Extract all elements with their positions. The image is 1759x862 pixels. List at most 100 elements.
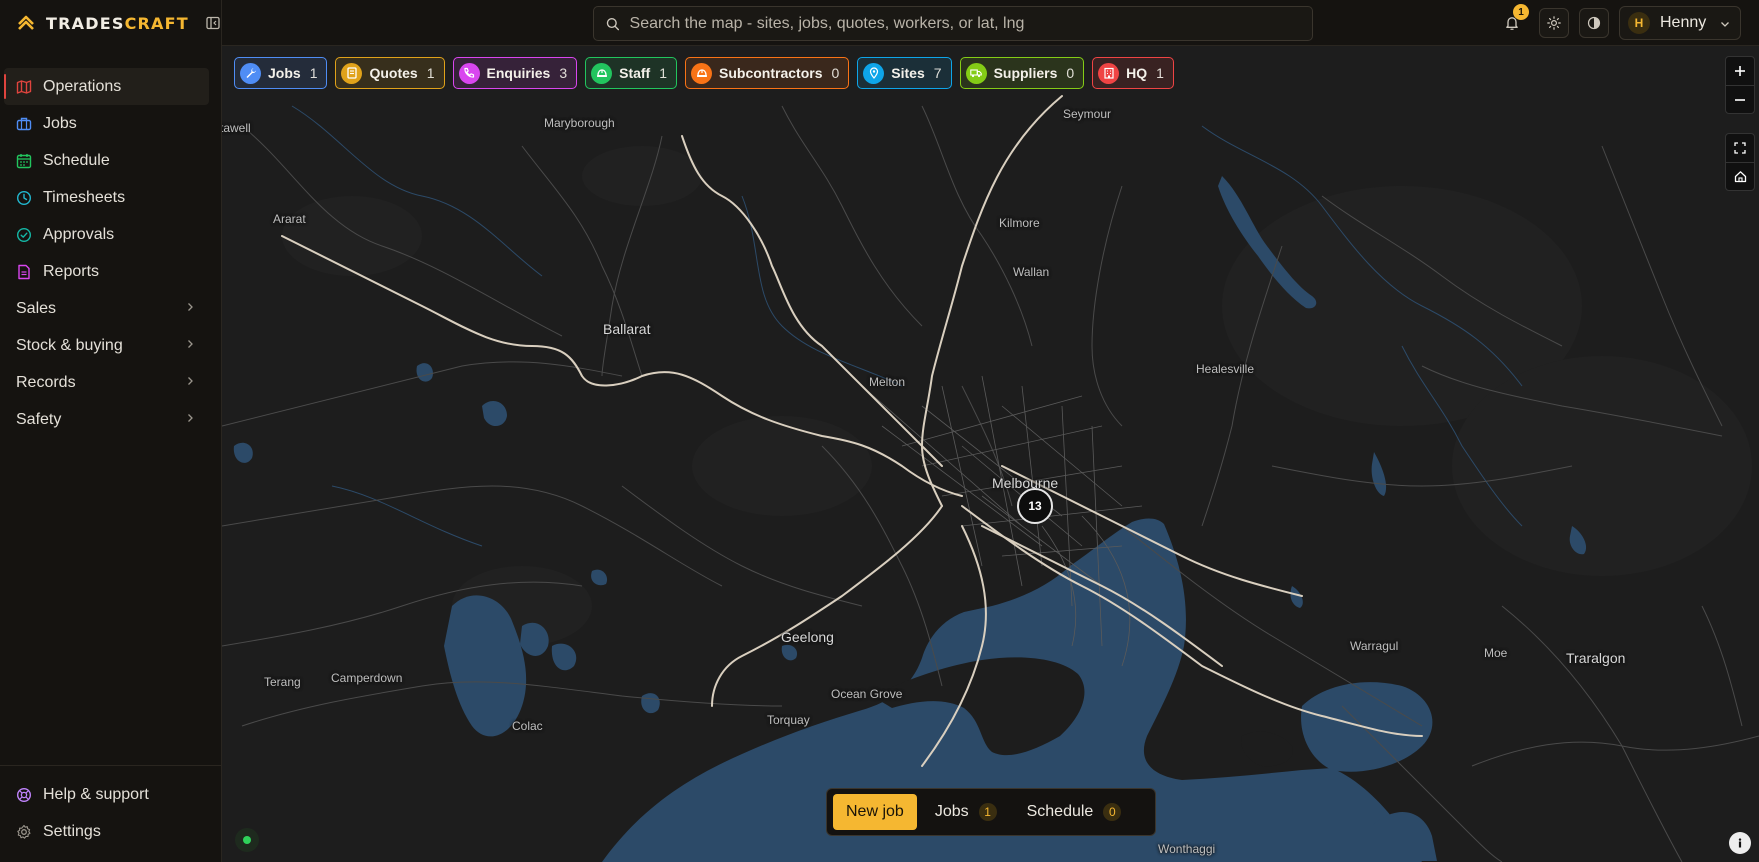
calendar-icon: [16, 153, 32, 169]
layer-chip-count: 0: [831, 65, 840, 81]
sidebar-item-reports[interactable]: Reports: [0, 253, 221, 290]
layer-chip-count: 1: [426, 65, 435, 81]
place-label-melton: Melton: [869, 375, 906, 389]
layer-chip-label: Suppliers: [993, 65, 1058, 81]
layer-chip-jobs[interactable]: Jobs 1: [234, 57, 328, 89]
zoom-controls: [1725, 56, 1755, 114]
place-label-torquay: Torquay: [767, 713, 810, 727]
phone-icon: [458, 62, 480, 84]
theme-light-button[interactable]: [1539, 8, 1569, 38]
status-dot: [243, 836, 251, 844]
sidebar-item-help-support[interactable]: Help & support: [0, 776, 221, 813]
tradescraft-logo-icon: [16, 13, 36, 33]
layer-chip-count: 3: [559, 65, 568, 81]
place-label-terang: Terang: [264, 675, 301, 689]
schedule-button[interactable]: Schedule 0: [1015, 794, 1134, 830]
layer-chip-staff[interactable]: Staff 1: [585, 57, 678, 89]
sidebar-item-label: Help & support: [43, 785, 149, 803]
sidebar-item-approvals[interactable]: Approvals: [0, 216, 221, 253]
layer-chip-count: 0: [1066, 65, 1075, 81]
sun-icon: [1547, 16, 1561, 30]
briefcase-icon: [16, 116, 32, 132]
chevron-right-icon: [188, 414, 193, 422]
sidebar-item-schedule[interactable]: Schedule: [0, 142, 221, 179]
place-label-healesville: Healesville: [1196, 362, 1255, 376]
sidebar-group-safety[interactable]: Safety: [0, 401, 221, 438]
layer-chip-label: Sites: [891, 65, 925, 81]
pin-icon: [863, 62, 885, 84]
sidebar-group-sales[interactable]: Sales: [0, 290, 221, 327]
jobs-count-badge: 1: [978, 803, 997, 821]
map-search[interactable]: [593, 6, 1313, 41]
connection-status-indicator: [235, 828, 259, 852]
top-bar: 1 H Henny: [222, 0, 1759, 46]
truck-icon: [965, 62, 987, 84]
map-attribution-button[interactable]: [1729, 832, 1751, 854]
place-label-ocean-grove: Ocean Grove: [831, 687, 903, 701]
user-menu[interactable]: H Henny: [1619, 6, 1741, 40]
avatar: H: [1628, 12, 1650, 34]
layer-chip-enquiries[interactable]: Enquiries 3: [452, 57, 578, 89]
layer-chip-subcontractors[interactable]: Subcontractors 0: [685, 57, 850, 89]
operations-map[interactable]: tawell Maryborough Seymour Ararat Kilmor…: [222, 46, 1759, 862]
notifications-button[interactable]: 1: [1497, 4, 1529, 38]
sidebar-group-stock-buying[interactable]: Stock & buying: [0, 327, 221, 364]
contrast-button[interactable]: [1579, 8, 1609, 38]
sidebar-item-timesheets[interactable]: Timesheets: [0, 179, 221, 216]
sidebar-item-settings[interactable]: Settings: [0, 813, 221, 850]
sidebar-item-jobs[interactable]: Jobs: [0, 105, 221, 142]
layer-chip-quotes[interactable]: Quotes 1: [335, 57, 445, 89]
new-job-button[interactable]: New job: [833, 794, 917, 830]
sidebar-item-label: Jobs: [43, 114, 77, 132]
sidebar-group-label: Stock & buying: [16, 336, 123, 354]
reset-view-button[interactable]: [1726, 162, 1754, 190]
layer-chip-count: 1: [1156, 65, 1164, 81]
place-label-maryborough: Maryborough: [544, 116, 615, 130]
info-icon: [1738, 838, 1742, 848]
layer-chip-hq[interactable]: HQ 1: [1092, 57, 1174, 89]
home-icon: [1734, 171, 1746, 183]
layer-chip-label: HQ: [1126, 65, 1148, 81]
quote-icon: [341, 62, 363, 84]
place-label-kilmore: Kilmore: [999, 216, 1040, 230]
sidebar-group-label: Safety: [16, 410, 62, 428]
place-label-stawell: tawell: [222, 121, 251, 135]
sidebar-item-label: Settings: [43, 822, 101, 840]
layer-chip-label: Staff: [619, 65, 651, 81]
place-label-camperdown: Camperdown: [331, 671, 403, 685]
place-label-melbourne: Melbourne: [992, 475, 1059, 491]
sidebar-group-label: Sales: [16, 299, 57, 317]
sidebar-group-label: Records: [16, 373, 76, 391]
schedule-count-badge: 0: [1103, 803, 1122, 821]
layer-chip-label: Subcontractors: [719, 65, 823, 81]
map-layer-filters: Jobs 1 Quotes 1 Enquiries 3 Staff 1 Subcontr…: [234, 57, 1174, 89]
layer-chip-count: 7: [933, 65, 942, 81]
sidebar-group-records[interactable]: Records: [0, 364, 221, 401]
building-icon: [1098, 62, 1120, 84]
app-root: TRADESCRAFT Operations Jobs Schedule Tim…: [0, 0, 1759, 862]
sidebar-item-label: Approvals: [43, 225, 115, 243]
collapse-sidebar-icon[interactable]: [205, 15, 221, 31]
layer-chip-sites[interactable]: Sites 7: [857, 57, 952, 89]
help-icon: [16, 787, 32, 803]
fullscreen-button[interactable]: [1726, 134, 1754, 162]
zoom-in-button[interactable]: [1726, 57, 1754, 85]
place-label-ballarat: Ballarat: [603, 321, 651, 337]
layer-chip-suppliers[interactable]: Suppliers 0: [959, 57, 1085, 89]
sidebar-item-label: Operations: [43, 77, 122, 95]
map-action-bar: New job Jobs 1 Schedule 0: [826, 788, 1156, 836]
map-cluster-marker[interactable]: 13: [1017, 488, 1053, 524]
place-label-traralgon: Traralgon: [1566, 650, 1626, 666]
chevron-right-icon: [188, 377, 193, 385]
sidebar-item-operations[interactable]: Operations: [4, 68, 209, 105]
map-search-input[interactable]: [629, 14, 1312, 33]
contrast-icon: [1587, 16, 1601, 30]
brand[interactable]: TRADESCRAFT: [0, 0, 221, 46]
place-label-colac: Colac: [512, 719, 543, 733]
sidebar-nav: Operations Jobs Schedule Timesheets Appr…: [0, 68, 221, 438]
view-controls: [1725, 133, 1755, 191]
jobs-button[interactable]: Jobs 1: [923, 794, 1009, 830]
plus-icon: [1735, 66, 1745, 76]
layer-chip-count: 1: [309, 65, 318, 81]
zoom-out-button[interactable]: [1726, 85, 1754, 113]
